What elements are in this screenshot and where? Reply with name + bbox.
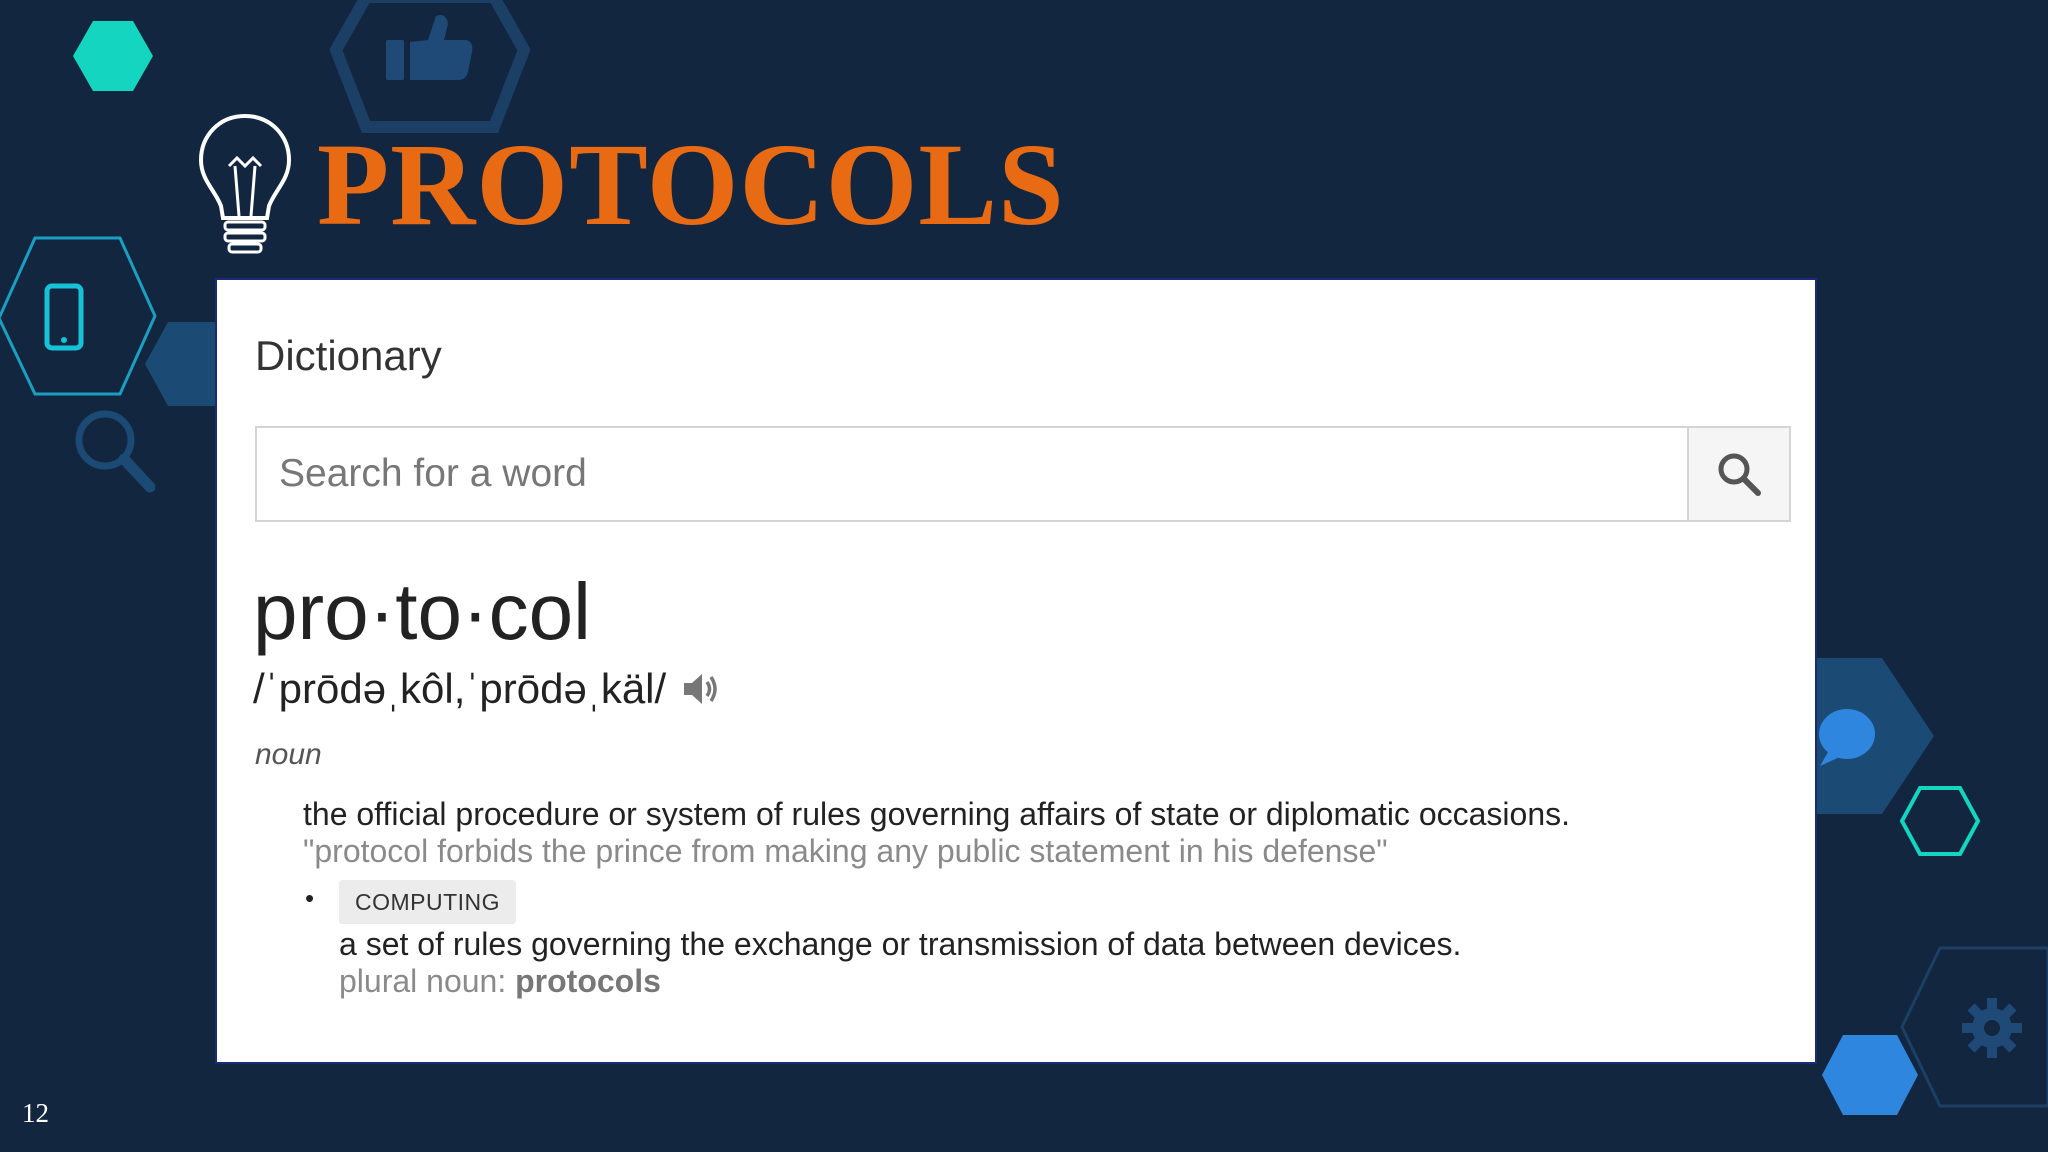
plural-value: protocols <box>515 963 661 999</box>
phone-icon <box>44 283 84 351</box>
blue-hexagon <box>1822 1035 1918 1115</box>
pronunciation: /ˈprōdəˌkôl,ˈprōdəˌkäl/ <box>253 665 667 712</box>
subject-tag: COMPUTING <box>339 880 517 924</box>
definition-text-computing: a set of rules governing the exchange or… <box>339 926 1462 962</box>
search-bar <box>255 426 1791 522</box>
slide-title-block: PROTOCOLS <box>195 110 1065 260</box>
definition-text: the official procedure or system of rule… <box>303 796 1570 832</box>
dictionary-label: Dictionary <box>255 332 442 379</box>
lightbulb-icon <box>198 113 292 254</box>
definition-example: "protocol forbids the prince from making… <box>303 833 1388 869</box>
page-number: 12 <box>22 1098 49 1128</box>
search-button[interactable] <box>1687 428 1789 520</box>
search-input[interactable] <box>257 428 1687 520</box>
speaker-icon[interactable] <box>680 669 720 709</box>
slide-title: PROTOCOLS <box>317 119 1065 250</box>
magnifier-icon <box>75 410 156 493</box>
teal-outline-hexagon <box>1899 786 1981 856</box>
gear-icon <box>1962 998 2022 1058</box>
headword: pro·to·col <box>253 567 591 656</box>
phone-hexagon <box>0 236 157 396</box>
plural-label: plural noun: <box>339 963 507 999</box>
pronunciation-row: /ˈprōdəˌkôl,ˈprōdəˌkäl/ <box>253 665 720 713</box>
teal-hexagon <box>73 21 153 91</box>
search-icon <box>1718 453 1761 496</box>
dark-hexagon-left <box>145 322 220 406</box>
part-of-speech: noun <box>255 738 322 771</box>
dictionary-panel: Dictionary pro·to·col /ˈprōdəˌkôl,ˈprōdə… <box>215 278 1817 1064</box>
plural-form: plural noun: protocols <box>339 963 661 1000</box>
list-bullet: • <box>305 883 315 913</box>
thumbs-up-icon <box>386 15 473 80</box>
